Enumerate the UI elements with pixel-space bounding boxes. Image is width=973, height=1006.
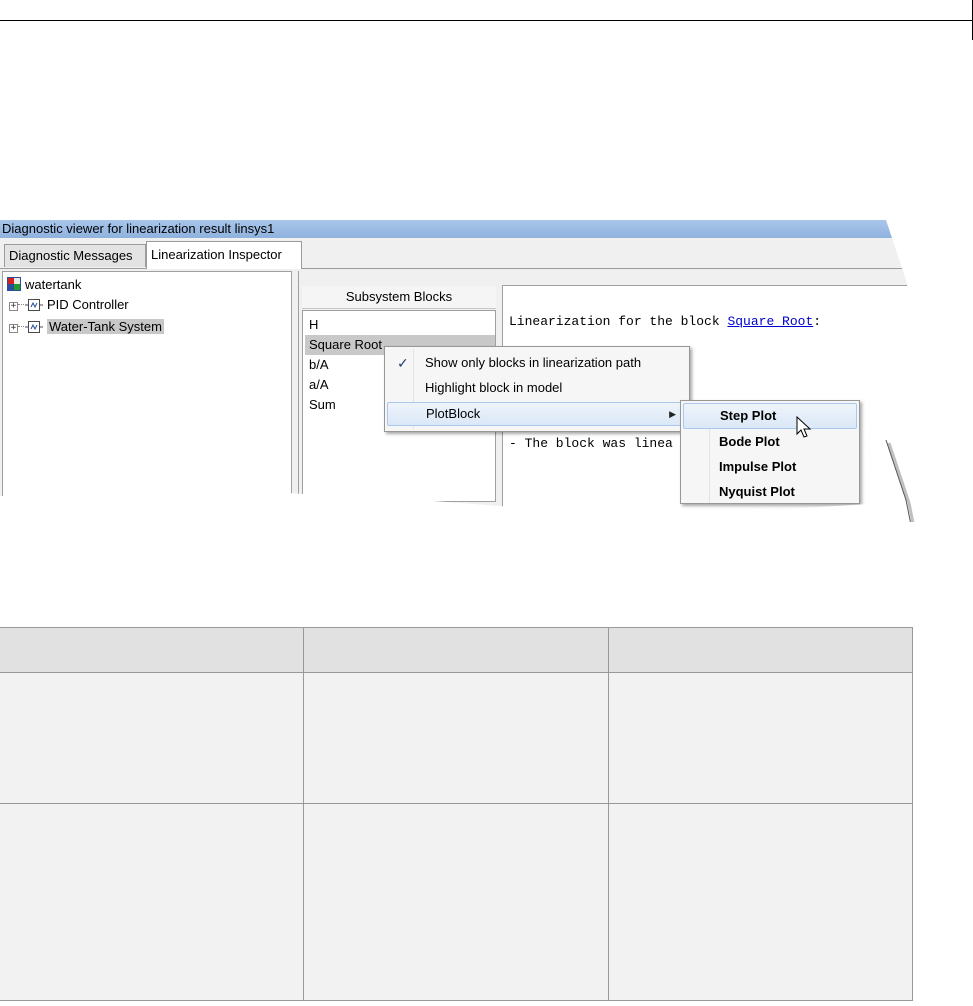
menu-item-label: Highlight block in model: [425, 380, 563, 395]
tab-linearization-inspector[interactable]: Linearization Inspector: [146, 241, 302, 269]
expand-icon[interactable]: +: [9, 302, 18, 311]
block-link[interactable]: Square Root: [727, 314, 813, 329]
blocks-column-header[interactable]: Subsystem Blocks: [302, 286, 496, 309]
table-cell: [304, 804, 609, 1000]
checkmark-icon: ✓: [397, 355, 409, 371]
tree-root-label: watertank: [25, 277, 82, 292]
table-header-cell: [609, 628, 913, 672]
screenshot-figure: Diagnostic viewer for linearization resu…: [0, 220, 920, 522]
table-cell: [609, 673, 913, 803]
tree-connector: [18, 326, 24, 327]
table-cell: [609, 804, 913, 1000]
submenu-item-step-plot[interactable]: Step Plot: [683, 403, 857, 429]
mouse-pointer-icon: [796, 416, 812, 438]
info-message: - The block was linea: [509, 436, 673, 451]
tree-item-pid-controller[interactable]: + PID Controller: [9, 295, 129, 315]
info-heading: Linearization for the block Square Root:: [509, 314, 821, 329]
tab-strip: Diagnostic Messages Linearization Inspec…: [0, 238, 913, 269]
tree-item-label: Water-Tank System: [47, 319, 164, 334]
table-header-row: [0, 627, 913, 673]
menu-item-label: PlotBlock: [426, 406, 481, 421]
tree-item-water-tank-system[interactable]: + Water-Tank System: [9, 317, 164, 337]
page-header-rule: [0, 20, 973, 21]
pane-splitter[interactable]: [292, 271, 299, 501]
menu-item-plotblock[interactable]: PlotBlock ▶: [387, 402, 687, 426]
menu-item-show-only-blocks[interactable]: ✓ Show only blocks in linearization path: [387, 351, 687, 375]
list-item[interactable]: H: [309, 315, 489, 335]
model-tree: watertank + PID Controller + Water-Tank …: [2, 271, 292, 503]
table-cell: [304, 673, 609, 803]
subsystem-block-icon: [25, 320, 43, 334]
tree-connector: [18, 304, 24, 305]
menu-item-highlight-block[interactable]: Highlight block in model: [387, 376, 687, 400]
plotblock-submenu: Step Plot Bode Plot Impulse Plot Nyquist…: [680, 400, 860, 504]
submenu-item-nyquist-plot[interactable]: Nyquist Plot: [683, 479, 857, 505]
table-header-cell: [0, 628, 304, 672]
tab-diagnostic-messages[interactable]: Diagnostic Messages: [4, 244, 146, 267]
diagnostic-viewer-window: Diagnostic viewer for linearization resu…: [0, 220, 913, 520]
table-header-cell: [304, 628, 609, 672]
context-menu: ✓ Show only blocks in linearization path…: [384, 346, 690, 432]
menu-item-label: Show only blocks in linearization path: [425, 355, 642, 370]
simulink-model-icon: [7, 277, 21, 291]
info-suffix: :: [813, 314, 822, 329]
submenu-item-bode-plot[interactable]: Bode Plot: [683, 429, 857, 455]
tree-item-root[interactable]: watertank: [7, 275, 81, 295]
table-cell: [0, 673, 304, 803]
info-prefix: Linearization for the block: [509, 314, 728, 329]
table-cell: [0, 804, 304, 1000]
tree-item-label: PID Controller: [47, 297, 129, 312]
subsystem-block-icon: [25, 298, 43, 312]
expand-icon[interactable]: +: [9, 324, 18, 333]
table-row: [0, 673, 913, 804]
window-title: Diagnostic viewer for linearization resu…: [0, 220, 913, 238]
submenu-item-impulse-plot[interactable]: Impulse Plot: [683, 454, 857, 480]
triangle-right-icon: ▶: [669, 409, 676, 419]
table-row: [0, 804, 913, 1001]
